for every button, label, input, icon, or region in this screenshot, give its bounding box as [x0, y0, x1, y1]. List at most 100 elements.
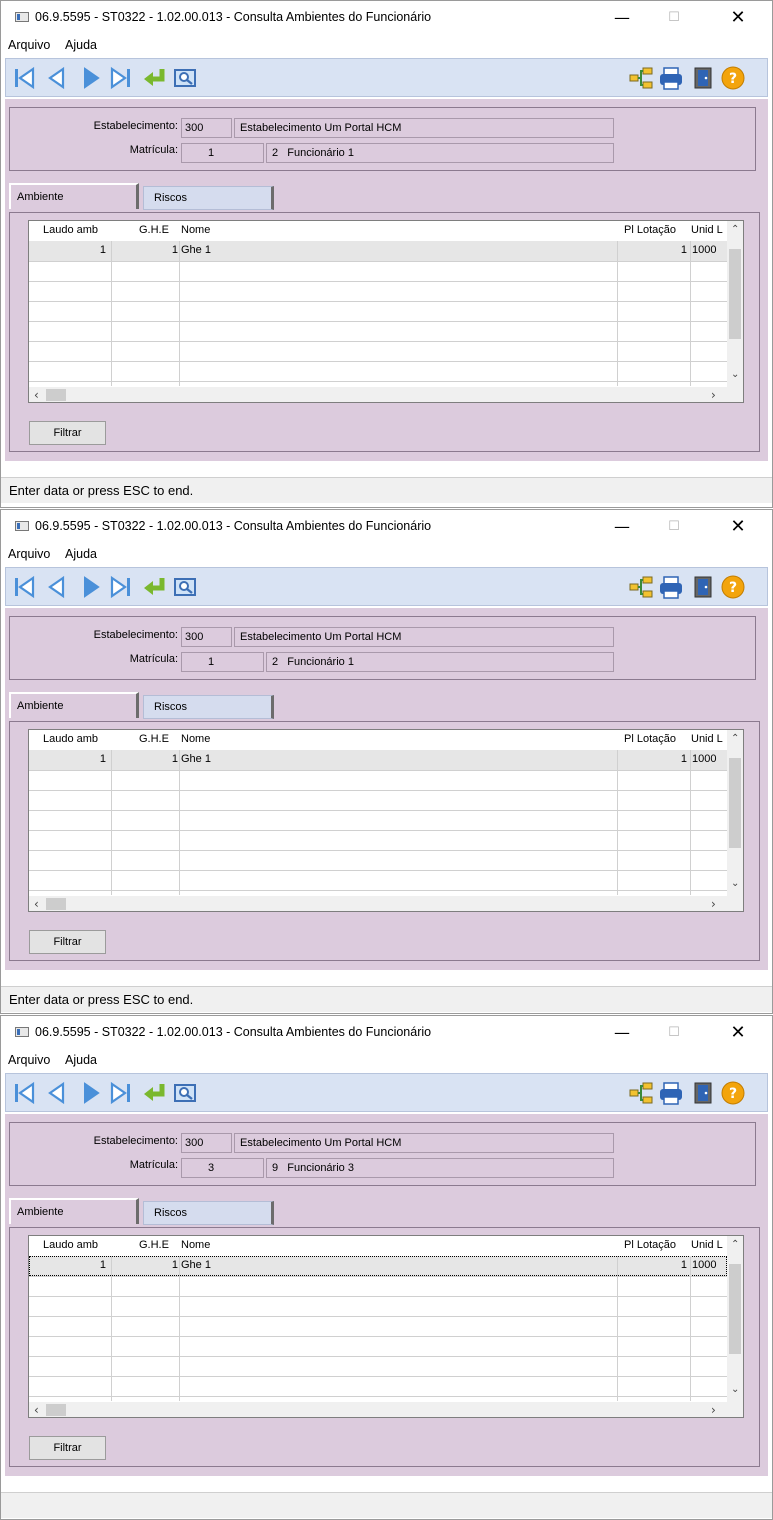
last-record-icon[interactable]: [108, 1080, 134, 1106]
search-icon[interactable]: [172, 574, 198, 600]
title-bar[interactable]: 06.9.5595 - ST0322 - 1.02.00.013 - Consu…: [1, 1, 772, 35]
vertical-scrollbar[interactable]: ⌃ ⌄: [727, 1236, 743, 1402]
column-header-nome[interactable]: Nome: [181, 1239, 210, 1251]
hierarchy-icon[interactable]: [628, 65, 654, 91]
next-record-icon[interactable]: [78, 574, 104, 600]
horizontal-scrollbar[interactable]: ‹ ›: [29, 896, 743, 911]
next-record-icon[interactable]: [78, 65, 104, 91]
scroll-left-icon[interactable]: ‹: [34, 897, 39, 911]
previous-record-icon[interactable]: [44, 65, 70, 91]
table-row[interactable]: 1 1 Ghe 1 1 1000: [29, 750, 727, 770]
column-header-nome[interactable]: Nome: [181, 733, 210, 745]
vertical-scrollbar[interactable]: ⌃ ⌄: [727, 730, 743, 896]
column-header-laudo-amb[interactable]: Laudo amb: [43, 224, 98, 236]
vertical-scroll-thumb[interactable]: [729, 758, 741, 848]
minimize-button[interactable]: —: [599, 5, 645, 31]
scroll-down-icon[interactable]: ⌄: [731, 369, 739, 380]
first-record-icon[interactable]: [12, 1080, 38, 1106]
filter-button[interactable]: Filtrar: [29, 421, 106, 445]
vertical-scrollbar[interactable]: ⌃ ⌄: [727, 221, 743, 387]
vertical-scroll-thumb[interactable]: [729, 249, 741, 339]
column-header-pl-lotacao[interactable]: Pl Lotação: [624, 733, 676, 745]
horizontal-scrollbar[interactable]: ‹ ›: [29, 387, 743, 402]
ambientes-grid[interactable]: Laudo amb G.H.E Nome Pl Lotação Unid L 1…: [28, 220, 744, 403]
menu-arquivo[interactable]: Arquivo: [8, 38, 50, 52]
estabelecimento-code-field[interactable]: 300: [181, 118, 232, 138]
estabelecimento-code-field[interactable]: 300: [181, 1133, 232, 1153]
horizontal-scroll-thumb[interactable]: [46, 898, 66, 910]
filter-button[interactable]: Filtrar: [29, 1436, 106, 1460]
matricula-number-field[interactable]: 1: [181, 143, 264, 163]
maximize-button[interactable]: ☐: [651, 514, 697, 540]
tab-ambiente[interactable]: Ambiente: [9, 183, 139, 209]
column-header-laudo-amb[interactable]: Laudo amb: [43, 1239, 98, 1251]
exit-door-icon[interactable]: [690, 574, 716, 600]
search-icon[interactable]: [172, 65, 198, 91]
print-icon[interactable]: [658, 65, 684, 91]
previous-record-icon[interactable]: [44, 1080, 70, 1106]
column-header-pl-lotacao[interactable]: Pl Lotação: [624, 1239, 676, 1251]
first-record-icon[interactable]: [12, 574, 38, 600]
tab-ambiente[interactable]: Ambiente: [9, 692, 139, 718]
column-header-ghe[interactable]: G.H.E: [139, 733, 169, 745]
menu-ajuda[interactable]: Ajuda: [65, 547, 97, 561]
next-record-icon[interactable]: [78, 1080, 104, 1106]
tab-riscos[interactable]: Riscos: [143, 695, 274, 719]
menu-ajuda[interactable]: Ajuda: [65, 38, 97, 52]
horizontal-scroll-thumb[interactable]: [46, 389, 66, 401]
previous-record-icon[interactable]: [44, 574, 70, 600]
first-record-icon[interactable]: [12, 65, 38, 91]
column-header-ghe[interactable]: G.H.E: [139, 224, 169, 236]
help-icon[interactable]: ?: [720, 65, 746, 91]
title-bar[interactable]: 06.9.5595 - ST0322 - 1.02.00.013 - Consu…: [1, 510, 772, 544]
tab-riscos[interactable]: Riscos: [143, 1201, 274, 1225]
column-header-laudo-amb[interactable]: Laudo amb: [43, 733, 98, 745]
minimize-button[interactable]: —: [599, 514, 645, 540]
hierarchy-icon[interactable]: [628, 574, 654, 600]
exit-door-icon[interactable]: [690, 1080, 716, 1106]
title-bar[interactable]: 06.9.5595 - ST0322 - 1.02.00.013 - Consu…: [1, 1016, 772, 1050]
menu-arquivo[interactable]: Arquivo: [8, 1053, 50, 1067]
menu-ajuda[interactable]: Ajuda: [65, 1053, 97, 1067]
tab-ambiente[interactable]: Ambiente: [9, 1198, 139, 1224]
column-header-ghe[interactable]: G.H.E: [139, 1239, 169, 1251]
scroll-right-icon[interactable]: ›: [711, 1403, 716, 1417]
scroll-up-icon[interactable]: ⌃: [731, 224, 739, 235]
minimize-button[interactable]: —: [599, 1020, 645, 1046]
print-icon[interactable]: [658, 1080, 684, 1106]
table-row[interactable]: 1 1 Ghe 1 1 1000: [29, 1256, 727, 1276]
return-icon[interactable]: [142, 65, 168, 91]
scroll-left-icon[interactable]: ‹: [34, 1403, 39, 1417]
search-icon[interactable]: [172, 1080, 198, 1106]
horizontal-scrollbar[interactable]: ‹ ›: [29, 1402, 743, 1417]
help-icon[interactable]: ?: [720, 1080, 746, 1106]
close-button[interactable]: ✕: [715, 1020, 761, 1046]
filter-button[interactable]: Filtrar: [29, 930, 106, 954]
last-record-icon[interactable]: [108, 574, 134, 600]
close-button[interactable]: ✕: [715, 514, 761, 540]
return-icon[interactable]: [142, 574, 168, 600]
scroll-up-icon[interactable]: ⌃: [731, 1239, 739, 1250]
ambientes-grid[interactable]: Laudo amb G.H.E Nome Pl Lotação Unid L 1…: [28, 1235, 744, 1418]
maximize-button[interactable]: ☐: [651, 1020, 697, 1046]
scroll-down-icon[interactable]: ⌄: [731, 1384, 739, 1395]
column-header-unid-l[interactable]: Unid L: [691, 1239, 723, 1251]
scroll-right-icon[interactable]: ›: [711, 897, 716, 911]
scroll-left-icon[interactable]: ‹: [34, 388, 39, 402]
horizontal-scroll-thumb[interactable]: [46, 1404, 66, 1416]
help-icon[interactable]: ?: [720, 574, 746, 600]
vertical-scroll-thumb[interactable]: [729, 1264, 741, 1354]
matricula-number-field[interactable]: 3: [181, 1158, 264, 1178]
scroll-down-icon[interactable]: ⌄: [731, 878, 739, 889]
maximize-button[interactable]: ☐: [651, 5, 697, 31]
column-header-unid-l[interactable]: Unid L: [691, 733, 723, 745]
table-row[interactable]: 1 1 Ghe 1 1 1000: [29, 241, 727, 261]
column-header-unid-l[interactable]: Unid L: [691, 224, 723, 236]
estabelecimento-code-field[interactable]: 300: [181, 627, 232, 647]
last-record-icon[interactable]: [108, 65, 134, 91]
return-icon[interactable]: [142, 1080, 168, 1106]
scroll-right-icon[interactable]: ›: [711, 388, 716, 402]
scroll-up-icon[interactable]: ⌃: [731, 733, 739, 744]
hierarchy-icon[interactable]: [628, 1080, 654, 1106]
ambientes-grid[interactable]: Laudo amb G.H.E Nome Pl Lotação Unid L 1…: [28, 729, 744, 912]
